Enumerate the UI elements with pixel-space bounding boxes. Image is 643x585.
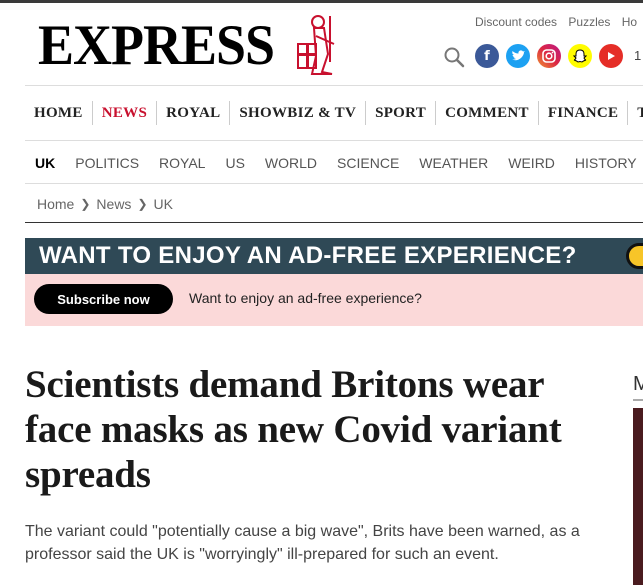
- ad-subscribe-pill[interactable]: SU: [626, 243, 643, 269]
- crusader-logo-icon: [297, 15, 335, 75]
- ad-headline: WANT TO ENJOY AN AD-FREE EXPERIENCE?: [39, 242, 577, 269]
- youtube-icon[interactable]: [599, 44, 623, 68]
- subnav-world[interactable]: WORLD: [255, 155, 327, 171]
- subnav-uk[interactable]: UK: [25, 155, 65, 171]
- discount-codes-link[interactable]: Discount codes: [475, 15, 557, 29]
- utility-links: Discount codes Puzzles Ho: [475, 15, 643, 29]
- ad-subtext: Want to enjoy an ad-free experience?: [189, 290, 422, 306]
- puzzles-link[interactable]: Puzzles: [568, 15, 610, 29]
- ad-banner[interactable]: WANT TO ENJOY AN AD-FREE EXPERIENCE? SU: [25, 238, 643, 274]
- subscribe-button[interactable]: Subscribe now: [34, 284, 173, 314]
- facebook-icon[interactable]: f: [475, 44, 499, 68]
- article-standfirst: The variant could "potentially cause a b…: [25, 523, 580, 563]
- nav-travel[interactable]: TR: [628, 101, 643, 125]
- subnav-science[interactable]: SCIENCE: [327, 155, 409, 171]
- twitter-icon[interactable]: [506, 44, 530, 68]
- subnav-weird[interactable]: WEIRD: [498, 155, 565, 171]
- nav-royal[interactable]: ROYAL: [157, 101, 231, 125]
- sidebar-image[interactable]: [633, 408, 643, 585]
- instagram-icon[interactable]: [537, 44, 561, 68]
- chevron-right-icon: ❯: [80, 197, 91, 211]
- breadcrumb: Home ❯ News ❯ UK: [37, 196, 173, 212]
- nav-news[interactable]: NEWS: [93, 101, 158, 125]
- sidebar-heading: M: [633, 373, 643, 395]
- nav-showbiz-tv[interactable]: SHOWBIZ & TV: [230, 101, 367, 125]
- subnav-royal[interactable]: ROYAL: [149, 155, 215, 171]
- subnav-us[interactable]: US: [215, 155, 254, 171]
- subnav-history[interactable]: HISTORY: [565, 155, 643, 171]
- nav-finance[interactable]: FINANCE: [539, 101, 629, 125]
- breadcrumb-news[interactable]: News: [96, 196, 131, 212]
- top-border: [0, 0, 643, 3]
- subnav-politics[interactable]: POLITICS: [65, 155, 149, 171]
- nav-comment[interactable]: COMMENT: [436, 101, 539, 125]
- social-overflow-text: 1: [634, 48, 642, 63]
- nav-home[interactable]: HOME: [25, 101, 93, 125]
- sub-nav: UK POLITICS ROYAL US WORLD SCIENCE WEATH…: [25, 142, 643, 184]
- article-headline: Scientists demand Britons wear face mask…: [25, 363, 562, 496]
- search-icon[interactable]: [442, 45, 466, 69]
- chevron-right-icon: ❯: [137, 197, 148, 211]
- subnav-weather[interactable]: WEATHER: [409, 155, 498, 171]
- breadcrumb-uk[interactable]: UK: [154, 196, 173, 212]
- breadcrumb-home[interactable]: Home: [37, 196, 74, 212]
- home-util-link[interactable]: Ho: [622, 15, 637, 29]
- main-nav: HOME NEWS ROYAL SHOWBIZ & TV SPORT COMME…: [25, 85, 643, 141]
- nav-sport[interactable]: SPORT: [366, 101, 437, 125]
- snapchat-icon[interactable]: [568, 44, 592, 68]
- breadcrumb-divider: [25, 222, 643, 223]
- sidebar-divider: [633, 399, 643, 401]
- ad-subscribe-strip: Subscribe now Want to enjoy an ad-free e…: [25, 274, 643, 326]
- express-logo[interactable]: EXPRESS: [38, 17, 275, 74]
